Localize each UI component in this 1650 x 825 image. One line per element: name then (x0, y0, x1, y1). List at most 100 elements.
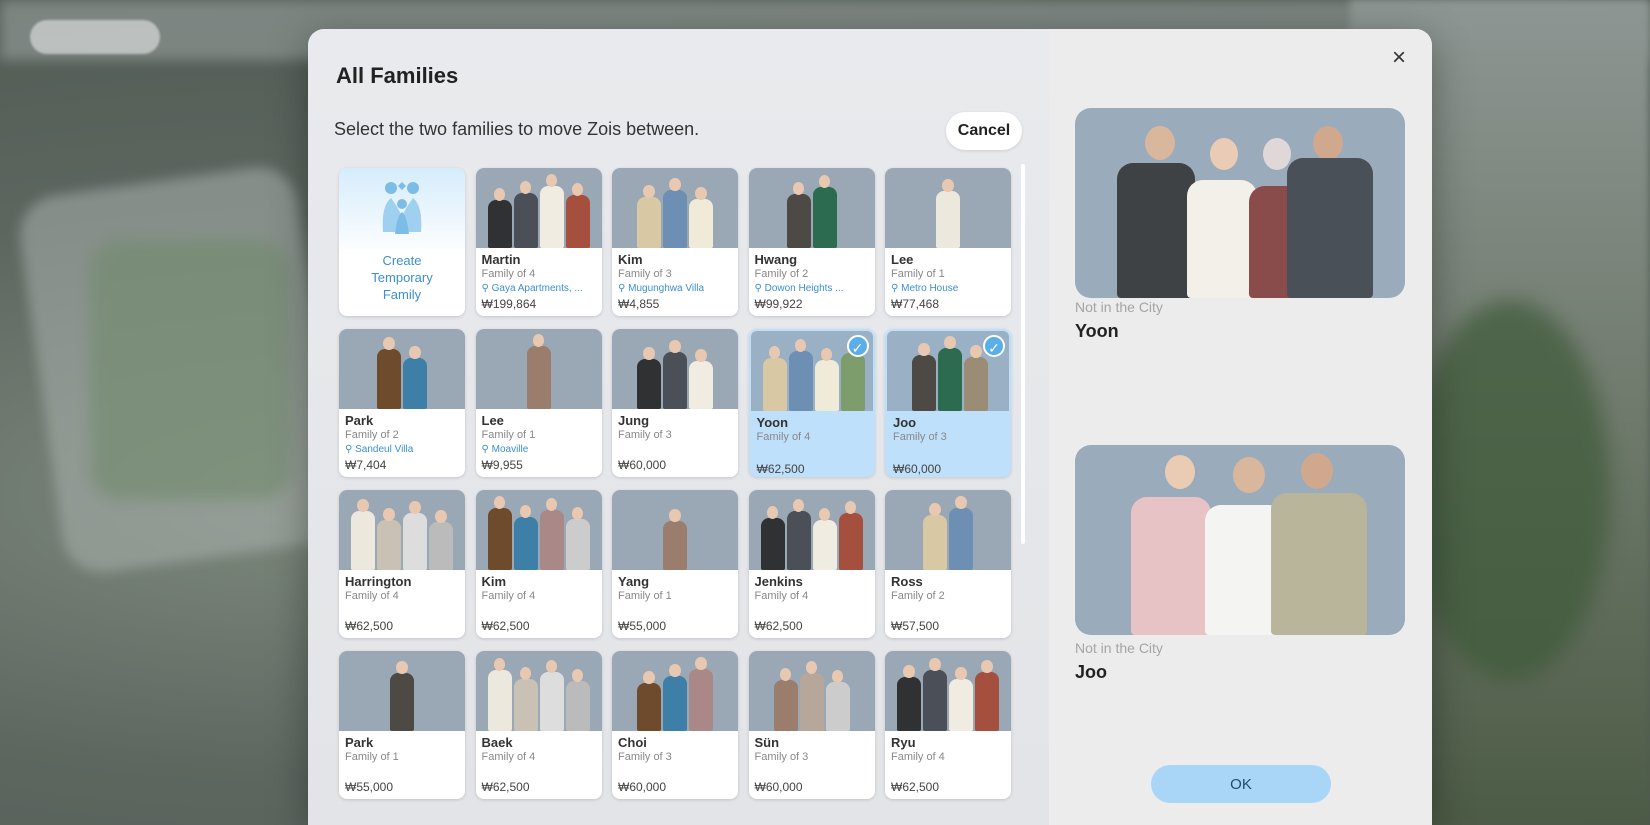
currency-icon: ₩ (481, 297, 493, 311)
family-size: Family of 1 (345, 751, 399, 763)
family-funds: ₩57,500 (891, 619, 939, 633)
family-size: Family of 1 (891, 268, 945, 280)
family-name: Joo (893, 415, 917, 430)
currency-icon: ₩ (345, 619, 357, 633)
family-size: Family of 3 (618, 268, 672, 280)
family-card[interactable]: Kim Family of 4 ₩62,500 (475, 490, 602, 638)
dialog-title: All Families (336, 63, 459, 88)
scrollbar[interactable] (1021, 164, 1025, 544)
family-thumbnail (339, 490, 465, 570)
checkmark-icon: ✓ (846, 335, 869, 357)
family-size: Family of 3 (618, 429, 672, 441)
family-card[interactable]: Yang Family of 1 ₩55,000 (612, 490, 738, 638)
family-size: Family of 4 (891, 751, 945, 763)
family-funds: ₩62,500 (756, 462, 805, 476)
family-card[interactable]: Martin Family of 4 ⚲ Gaya Apartments, ... ₩… (475, 168, 602, 316)
funds-value: 62,500 (767, 462, 805, 476)
family-funds: ₩199,864 (482, 297, 537, 311)
currency-icon: ₩ (618, 297, 630, 311)
create-family-label: Create Temporary Family (371, 253, 433, 302)
family-name: Choi (618, 735, 647, 750)
family-size: Family of 4 (345, 590, 399, 602)
currency-icon: ₩ (481, 780, 493, 794)
background-pill (30, 20, 160, 54)
family-size: Family of 3 (893, 431, 947, 443)
family-size: Family of 4 (756, 431, 811, 443)
family-thumbnail (475, 490, 602, 570)
family-location: ⚲ Moaville (482, 444, 600, 455)
location-text: Mugunghwa Villa (628, 283, 705, 294)
family-size: Family of 3 (618, 751, 672, 763)
currency-icon: ₩ (481, 458, 493, 472)
currency-icon: ₩ (481, 619, 493, 633)
family-card[interactable]: Lee Family of 1 ⚲ Metro House ₩77,468 (885, 168, 1011, 316)
family-name: Yoon (1075, 321, 1119, 341)
selected-families-pane: × Not in the City Yoon Not in the City J… (1049, 29, 1432, 825)
funds-value: 62,500 (492, 780, 530, 794)
family-card[interactable]: Ross Family of 2 ₩57,500 (885, 490, 1011, 638)
family-name: Jenkins (754, 574, 803, 589)
family-funds: ₩55,000 (618, 619, 666, 633)
funds-value: 77,468 (902, 297, 940, 311)
location-text: Dowon Heights ... (764, 283, 844, 294)
family-funds: ₩62,500 (482, 619, 530, 633)
funds-value: 62,500 (492, 619, 530, 633)
family-card[interactable]: ✓ Joo Family of 3 ₩60,000 (885, 329, 1011, 477)
family-thumbnail (612, 651, 738, 731)
family-card[interactable]: Kim Family of 3 ⚲ Mugunghwa Villa ₩4,855 (612, 168, 738, 316)
family-thumbnail (339, 329, 465, 409)
family-card[interactable]: Choi Family of 3 ₩60,000 (612, 651, 738, 799)
cancel-button[interactable]: Cancel (946, 112, 1022, 150)
family-name: Park (345, 413, 374, 428)
family-size: Family of 2 (754, 268, 809, 280)
funds-value: 62,500 (902, 780, 940, 794)
location-pin-icon: ⚲ (891, 283, 902, 294)
family-location: ⚲ Mugunghwa Villa (618, 283, 736, 294)
family-funds: ₩9,955 (482, 458, 523, 472)
ok-button[interactable]: OK (1151, 765, 1331, 803)
funds-value: 4,855 (629, 297, 660, 311)
currency-icon: ₩ (754, 780, 766, 794)
family-size: Family of 4 (481, 751, 536, 763)
location-text: Gaya Apartments, ... (491, 283, 583, 294)
currency-icon: ₩ (891, 297, 903, 311)
create-temporary-family-card[interactable]: Create Temporary Family (339, 168, 465, 316)
funds-value: 60,000 (765, 780, 803, 794)
family-card[interactable]: Park Family of 2 ⚲ Sandeul Villa ₩7,404 (339, 329, 465, 477)
currency-icon: ₩ (893, 462, 905, 476)
family-card[interactable]: Hwang Family of 2 ⚲ Dowon Heights ... ₩99,9… (748, 168, 875, 316)
family-card[interactable]: ✓ Yoon Family of 4 ₩62,500 (748, 329, 875, 477)
checkmark-icon: ✓ (983, 335, 1005, 357)
close-icon[interactable]: × (1384, 43, 1414, 73)
family-name: Harrington (345, 574, 412, 589)
location-pin-icon: ⚲ (481, 283, 492, 294)
family-size: Family of 2 (891, 590, 945, 602)
all-families-dialog: All Families Select the two families to … (308, 29, 1432, 825)
family-card[interactable]: Baek Family of 4 ₩62,500 (475, 651, 602, 799)
family-name: Ryu (891, 735, 916, 750)
family-status: Not in the City (1075, 299, 1163, 315)
family-card[interactable]: Lee Family of 1 ⚲ Moaville ₩9,955 (475, 329, 602, 477)
family-thumbnail (748, 168, 875, 248)
family-card[interactable]: Jenkins Family of 4 ₩62,500 (748, 490, 875, 638)
family-funds: ₩60,000 (618, 780, 666, 794)
family-card[interactable]: Sün Family of 3 ₩60,000 (748, 651, 875, 799)
family-name: Lee (891, 252, 914, 267)
family-card[interactable]: Park Family of 1 ₩55,000 (339, 651, 465, 799)
location-pin-icon: ⚲ (618, 283, 629, 294)
family-name: Kim (618, 252, 643, 267)
family-card[interactable]: Ryu Family of 4 ₩62,500 (885, 651, 1011, 799)
family-thumbnail (885, 651, 1011, 731)
families-list-pane: All Families Select the two families to … (308, 29, 1049, 825)
family-name: Yang (618, 574, 650, 589)
currency-icon: ₩ (618, 458, 630, 472)
currency-icon: ₩ (754, 297, 766, 311)
funds-value: 60,000 (904, 462, 942, 476)
families-grid: Create Temporary Family Martin Family of … (339, 168, 1011, 825)
currency-icon: ₩ (756, 462, 768, 476)
family-location: ⚲ Sandeul Villa (345, 444, 463, 455)
family-portrait (1075, 108, 1405, 298)
family-card[interactable]: Harrington Family of 4 ₩62,500 (339, 490, 465, 638)
family-funds: ₩62,500 (755, 619, 803, 633)
family-card[interactable]: Jung Family of 3 ₩60,000 (612, 329, 738, 477)
